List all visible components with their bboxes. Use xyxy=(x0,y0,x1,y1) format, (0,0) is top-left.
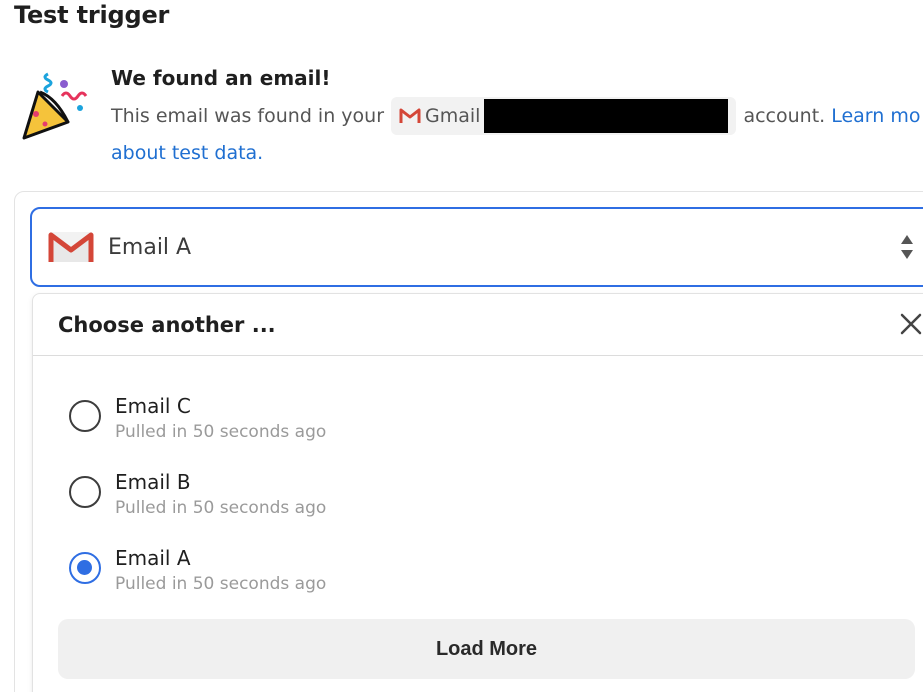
radio-icon[interactable] xyxy=(69,400,101,432)
learn-more-link-continued[interactable]: about test data. xyxy=(111,135,263,171)
option-email-c[interactable]: Email C Pulled in 50 seconds ago xyxy=(69,394,889,454)
gmail-logo-icon xyxy=(48,232,94,262)
gmail-account-chip: Gmail xyxy=(391,97,737,135)
party-popper-icon xyxy=(22,72,88,140)
redacted-account xyxy=(484,99,729,133)
option-email-b[interactable]: Email B Pulled in 50 seconds ago xyxy=(69,470,889,530)
option-email-a[interactable]: Email A Pulled in 50 seconds ago xyxy=(69,546,889,606)
found-description: This email was found in your Gmail accou… xyxy=(111,97,920,171)
found-desc-text: This email was found in your xyxy=(111,105,385,127)
gmail-chip-label: Gmail xyxy=(425,105,481,127)
load-more-button[interactable]: Load More xyxy=(58,619,915,679)
option-subtext: Pulled in 50 seconds ago xyxy=(115,422,327,442)
found-desc-text-after: account. xyxy=(743,105,826,127)
option-label: Email B xyxy=(115,470,191,494)
dropdown-header: Choose another ... xyxy=(33,294,923,356)
learn-more-link[interactable]: Learn mo xyxy=(831,98,920,134)
option-subtext: Pulled in 50 seconds ago xyxy=(115,574,327,594)
selected-email-label: Email A xyxy=(108,234,192,260)
choose-email-dropdown: Choose another ... Email C Pulled in 50 … xyxy=(32,293,923,692)
radio-icon[interactable] xyxy=(69,476,101,508)
option-label: Email A xyxy=(115,546,191,570)
radio-checked-icon[interactable] xyxy=(69,552,101,584)
email-select[interactable]: Email A xyxy=(30,207,923,287)
dropdown-title: Choose another ... xyxy=(58,312,276,337)
page-title: Test trigger xyxy=(14,1,170,29)
found-heading: We found an email! xyxy=(111,66,331,90)
sort-arrows-icon xyxy=(901,235,913,259)
option-subtext: Pulled in 50 seconds ago xyxy=(115,498,327,518)
gmail-icon xyxy=(399,108,421,123)
close-icon[interactable] xyxy=(899,312,923,336)
option-label: Email C xyxy=(115,394,191,418)
